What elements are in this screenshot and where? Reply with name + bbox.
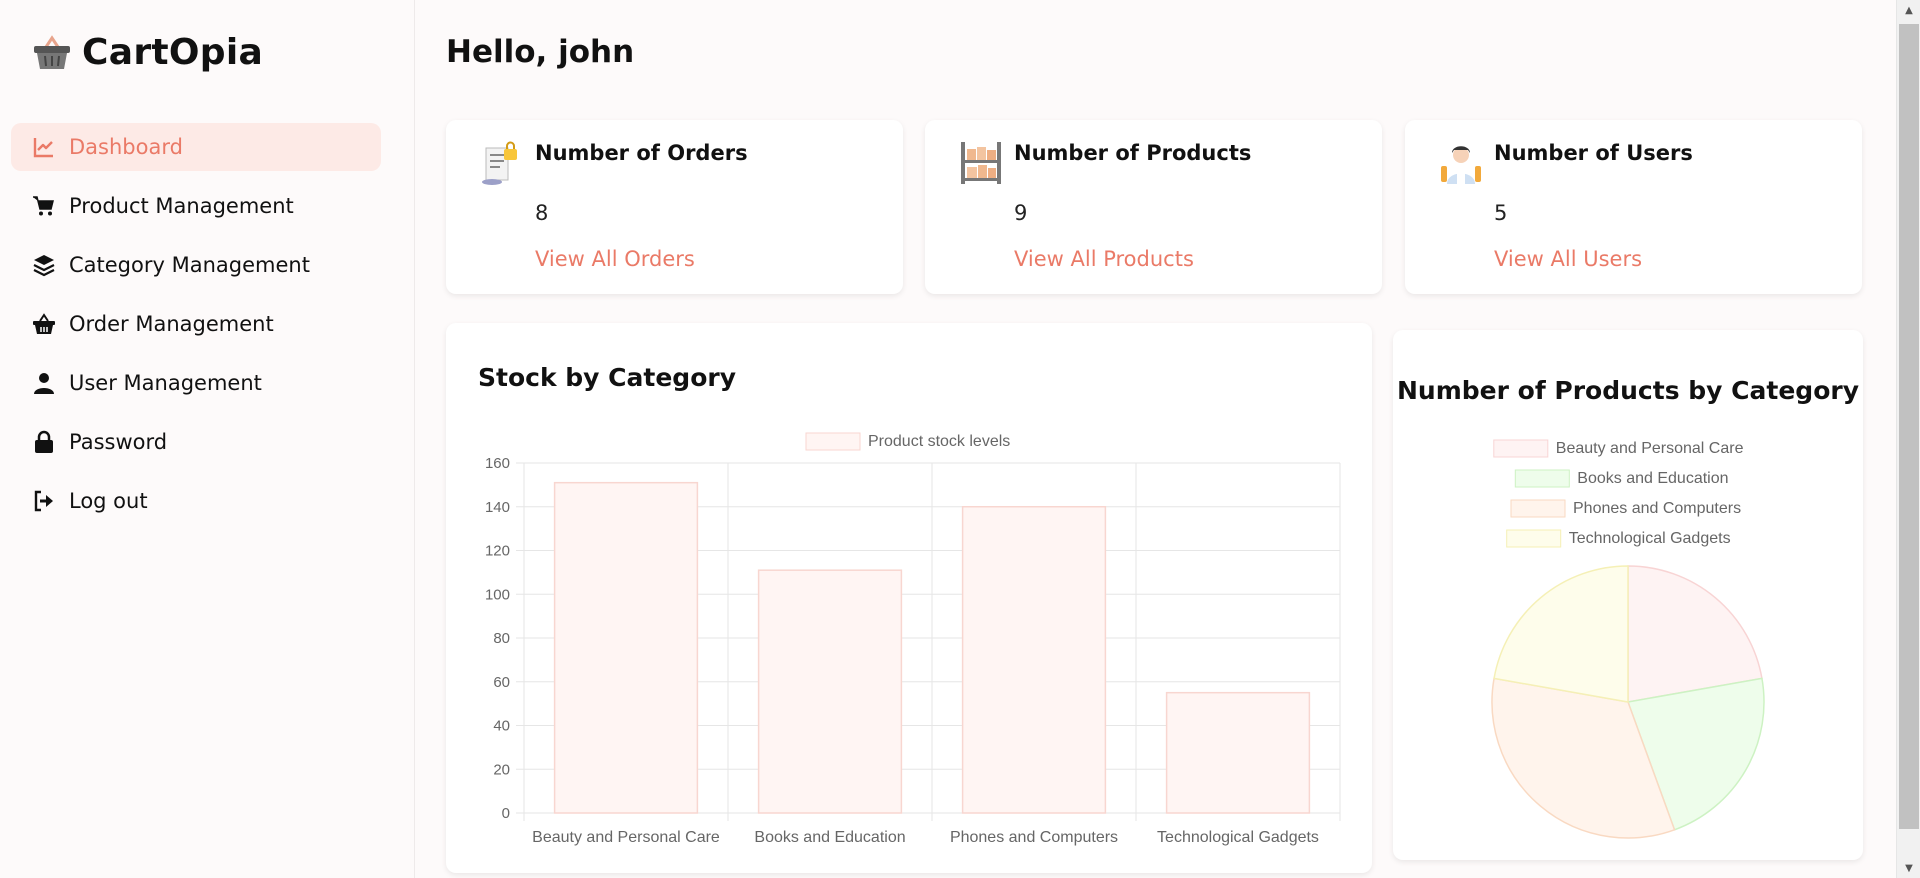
sidebar-item-label: Order Management [69,312,274,336]
sidebar-item-order-management[interactable]: Order Management [11,300,381,348]
scroll-up-icon[interactable]: ▲ [1897,0,1920,20]
cart-icon [31,193,57,219]
legend-swatch [1514,469,1570,488]
y-tick-label: 80 [493,630,510,647]
stat-value: 5 [1494,201,1508,225]
view-all-products-link[interactable]: View All Products [1014,247,1194,271]
page-scrollbar[interactable]: ▲ ▼ [1896,0,1920,878]
sidebar-item-product-management[interactable]: Product Management [11,182,381,230]
y-tick-label: 60 [493,674,510,691]
y-tick-label: 100 [485,586,510,603]
legend-label: Books and Education [1577,470,1728,487]
user-icon [31,370,57,396]
view-all-orders-link[interactable]: View All Orders [535,247,695,271]
y-tick-label: 0 [502,805,510,822]
product-shelf-icon [961,142,1001,184]
sidebar-item-user-management[interactable]: User Management [11,359,381,407]
view-all-users-link[interactable]: View All Users [1494,247,1642,271]
orders-stat-card: Number of Orders 8 View All Orders [446,120,903,294]
y-tick-label: 40 [493,718,510,735]
scroll-thumb[interactable] [1899,24,1919,829]
brand-name: CartOpia [82,32,264,73]
stock-bar-chart: Product stock levels 0 20 40 60 80 100 120 140 16… [485,432,1341,846]
basket-icon [34,34,70,69]
chart-legend: Product stock levels [805,432,1010,451]
basket-icon [31,311,57,337]
logout-icon [31,488,57,514]
stock-by-category-card: Stock by Category Product stock levels 0 2… [446,323,1372,873]
legend-label: Beauty and Personal Care [1556,440,1744,457]
x-tick-label: Books and Education [754,829,905,846]
brand[interactable]: CartOpia [32,32,263,73]
stat-title: Number of Orders [535,141,748,165]
sidebar-item-label: Log out [69,489,148,513]
bar [553,481,699,814]
order-receipt-icon [482,141,517,185]
sidebar-item-label: Password [69,430,168,454]
layers-icon [31,252,57,278]
bar [1165,691,1311,814]
y-tick-label: 140 [485,499,510,516]
stat-value: 8 [535,201,549,225]
chart-line-icon [31,134,57,160]
sidebar-item-label: Category Management [69,253,310,277]
scroll-down-icon[interactable]: ▼ [1897,858,1920,878]
lock-icon [31,429,57,455]
stat-title: Number of Products [1014,141,1252,165]
legend-label: Technological Gadgets [1569,530,1731,547]
sidebar-item-label: User Management [69,371,262,395]
users-stat-card: Number of Users 5 View All Users [1405,120,1862,294]
y-tick-label: 120 [485,543,510,560]
y-tick-label: 20 [493,761,510,778]
bar [961,506,1107,814]
legend-swatch [1493,439,1549,458]
legend-swatch [1506,529,1562,548]
sidebar-item-label: Dashboard [69,135,183,159]
products-pie-chart: Beauty and Personal Care Books and Educat… [1491,439,1765,839]
users-icon [1441,146,1481,184]
bar [757,569,903,814]
sidebar-item-password[interactable]: Password [11,418,381,466]
sidebar-item-log-out[interactable]: Log out [11,477,381,525]
sidebar: CartOpia Dashboard Product Management Ca… [0,0,415,878]
page-title: Hello, john [446,34,635,70]
sidebar-item-label: Product Management [69,194,294,218]
legend-swatch [1510,499,1566,518]
legend-label: Product stock levels [868,433,1010,450]
legend-swatch [805,432,861,451]
products-by-category-card: Number of Products by Category Beauty an… [1393,330,1863,860]
y-tick-label: 160 [485,455,510,472]
sidebar-item-dashboard[interactable]: Dashboard [11,123,381,171]
legend-label: Phones and Computers [1573,500,1741,517]
sidebar-nav: Dashboard Product Management Category Ma… [11,123,381,536]
x-tick-label: Beauty and Personal Care [532,829,720,846]
stat-value: 9 [1014,201,1028,225]
chart-legend: Beauty and Personal Care Books and Educat… [1493,439,1744,548]
x-tick-label: Phones and Computers [950,829,1118,846]
products-stat-card: Number of Products 9 View All Products [925,120,1382,294]
stat-title: Number of Users [1494,141,1693,165]
x-tick-label: Technological Gadgets [1157,829,1319,846]
sidebar-item-category-management[interactable]: Category Management [11,241,381,289]
pie-slice [1493,565,1629,703]
